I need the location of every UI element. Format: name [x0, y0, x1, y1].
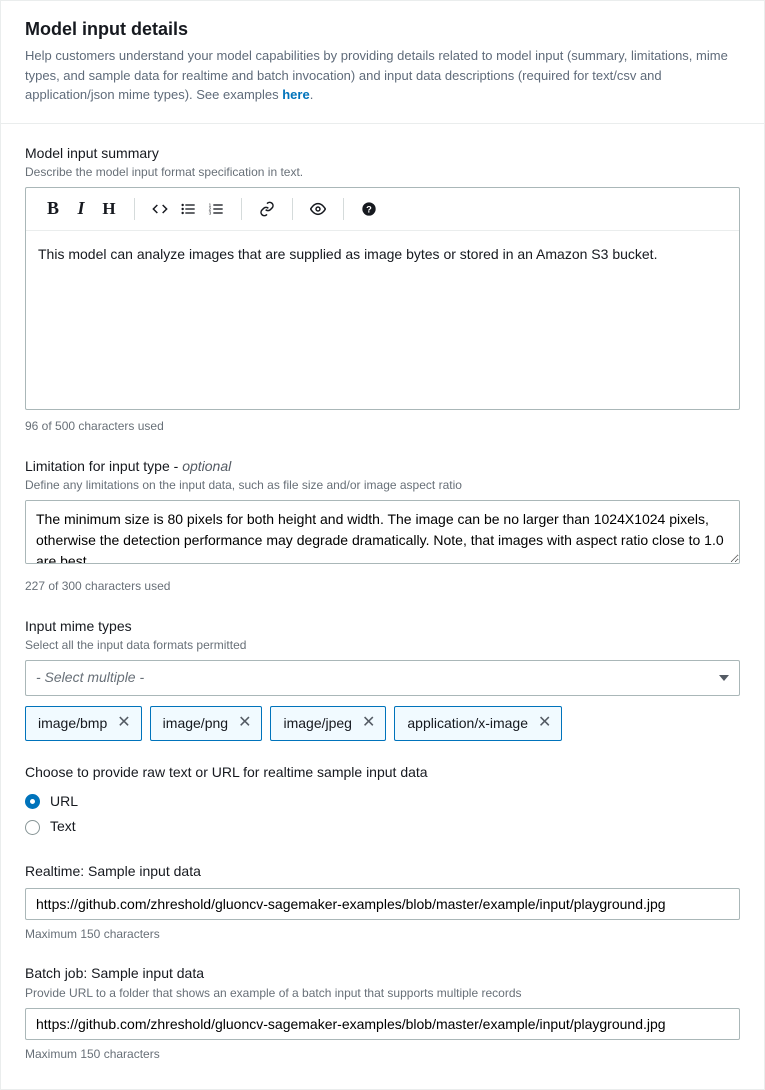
radio-icon: [25, 794, 40, 809]
sample-choice-radios: URL Text: [25, 789, 740, 840]
toolbar-separator: [241, 198, 242, 220]
rich-editor: B I H 123: [25, 187, 740, 410]
batch-hint: Maximum 150 characters: [25, 1046, 740, 1063]
limitation-textarea[interactable]: [25, 500, 740, 564]
radio-label: Text: [50, 817, 76, 837]
close-icon[interactable]: ✕: [538, 715, 551, 731]
summary-char-count: 96 of 500 characters used: [25, 418, 740, 435]
ol-button[interactable]: 123: [203, 196, 229, 222]
toolbar-separator: [292, 198, 293, 220]
close-icon[interactable]: ✕: [117, 715, 130, 731]
examples-link[interactable]: here: [282, 87, 309, 102]
sample-choice-field: Choose to provide raw text or URL for re…: [25, 763, 740, 840]
batch-field: Batch job: Sample input data Provide URL…: [25, 964, 740, 1062]
mime-hint: Select all the input data formats permit…: [25, 637, 740, 654]
mime-placeholder: - Select multiple -: [36, 668, 144, 688]
mime-tags: image/bmp✕image/png✕image/jpeg✕applicati…: [25, 706, 740, 742]
preview-button[interactable]: [305, 196, 331, 222]
heading-button[interactable]: H: [96, 196, 122, 222]
code-icon: [152, 201, 168, 217]
toolbar-separator: [134, 198, 135, 220]
bold-button[interactable]: B: [40, 196, 66, 222]
svg-text:?: ?: [366, 204, 372, 214]
realtime-field: Realtime: Sample input data Maximum 150 …: [25, 862, 740, 942]
panel-description: Help customers understand your model cap…: [25, 46, 740, 105]
batch-hint-top: Provide URL to a folder that shows an ex…: [25, 985, 740, 1002]
help-button[interactable]: ?: [356, 196, 382, 222]
batch-label: Batch job: Sample input data: [25, 964, 740, 984]
limitation-char-count: 227 of 300 characters used: [25, 578, 740, 595]
mime-tag: application/x-image ✕: [394, 706, 562, 742]
summary-label: Model input summary: [25, 144, 740, 164]
panel-content: Model input summary Describe the model i…: [1, 124, 764, 1089]
link-icon: [259, 201, 275, 217]
ul-button[interactable]: [175, 196, 201, 222]
limitation-label: Limitation for input type - optional: [25, 457, 740, 477]
radio-icon: [25, 820, 40, 835]
realtime-hint: Maximum 150 characters: [25, 926, 740, 943]
summary-field: Model input summary Describe the model i…: [25, 144, 740, 435]
mime-tag: image/jpeg ✕: [270, 706, 386, 742]
mime-tag: image/png ✕: [150, 706, 263, 742]
code-button[interactable]: [147, 196, 173, 222]
panel-title: Model input details: [25, 17, 740, 42]
chevron-down-icon: [719, 675, 729, 681]
sample-choice-label: Choose to provide raw text or URL for re…: [25, 763, 740, 783]
close-icon[interactable]: ✕: [238, 715, 251, 731]
model-input-panel: Model input details Help customers under…: [0, 0, 765, 1090]
radio-option-text[interactable]: Text: [25, 814, 740, 840]
close-icon[interactable]: ✕: [362, 715, 375, 731]
realtime-input[interactable]: [25, 888, 740, 920]
summary-hint: Describe the model input format specific…: [25, 164, 740, 181]
list-ul-icon: [180, 201, 196, 217]
list-ol-icon: 123: [208, 201, 224, 217]
mime-select[interactable]: - Select multiple -: [25, 660, 740, 696]
link-button[interactable]: [254, 196, 280, 222]
editor-toolbar: B I H 123: [26, 188, 739, 231]
radio-label: URL: [50, 792, 78, 812]
toolbar-separator: [343, 198, 344, 220]
mime-tag-label: image/bmp: [38, 714, 107, 734]
mime-tag-label: image/jpeg: [283, 714, 352, 734]
mime-tag-label: application/x-image: [407, 714, 528, 734]
batch-input[interactable]: [25, 1008, 740, 1040]
svg-text:3: 3: [209, 210, 212, 215]
summary-editor[interactable]: This model can analyze images that are s…: [26, 231, 739, 409]
limitation-hint: Define any limitations on the input data…: [25, 477, 740, 494]
limitation-field: Limitation for input type - optional Def…: [25, 457, 740, 595]
panel-header: Model input details Help customers under…: [1, 1, 764, 124]
realtime-label: Realtime: Sample input data: [25, 862, 740, 882]
mime-tag-label: image/png: [163, 714, 228, 734]
help-icon: ?: [361, 201, 377, 217]
italic-button[interactable]: I: [68, 196, 94, 222]
mime-field: Input mime types Select all the input da…: [25, 617, 740, 742]
mime-label: Input mime types: [25, 617, 740, 637]
mime-tag: image/bmp ✕: [25, 706, 142, 742]
radio-option-url[interactable]: URL: [25, 789, 740, 815]
eye-icon: [310, 201, 326, 217]
